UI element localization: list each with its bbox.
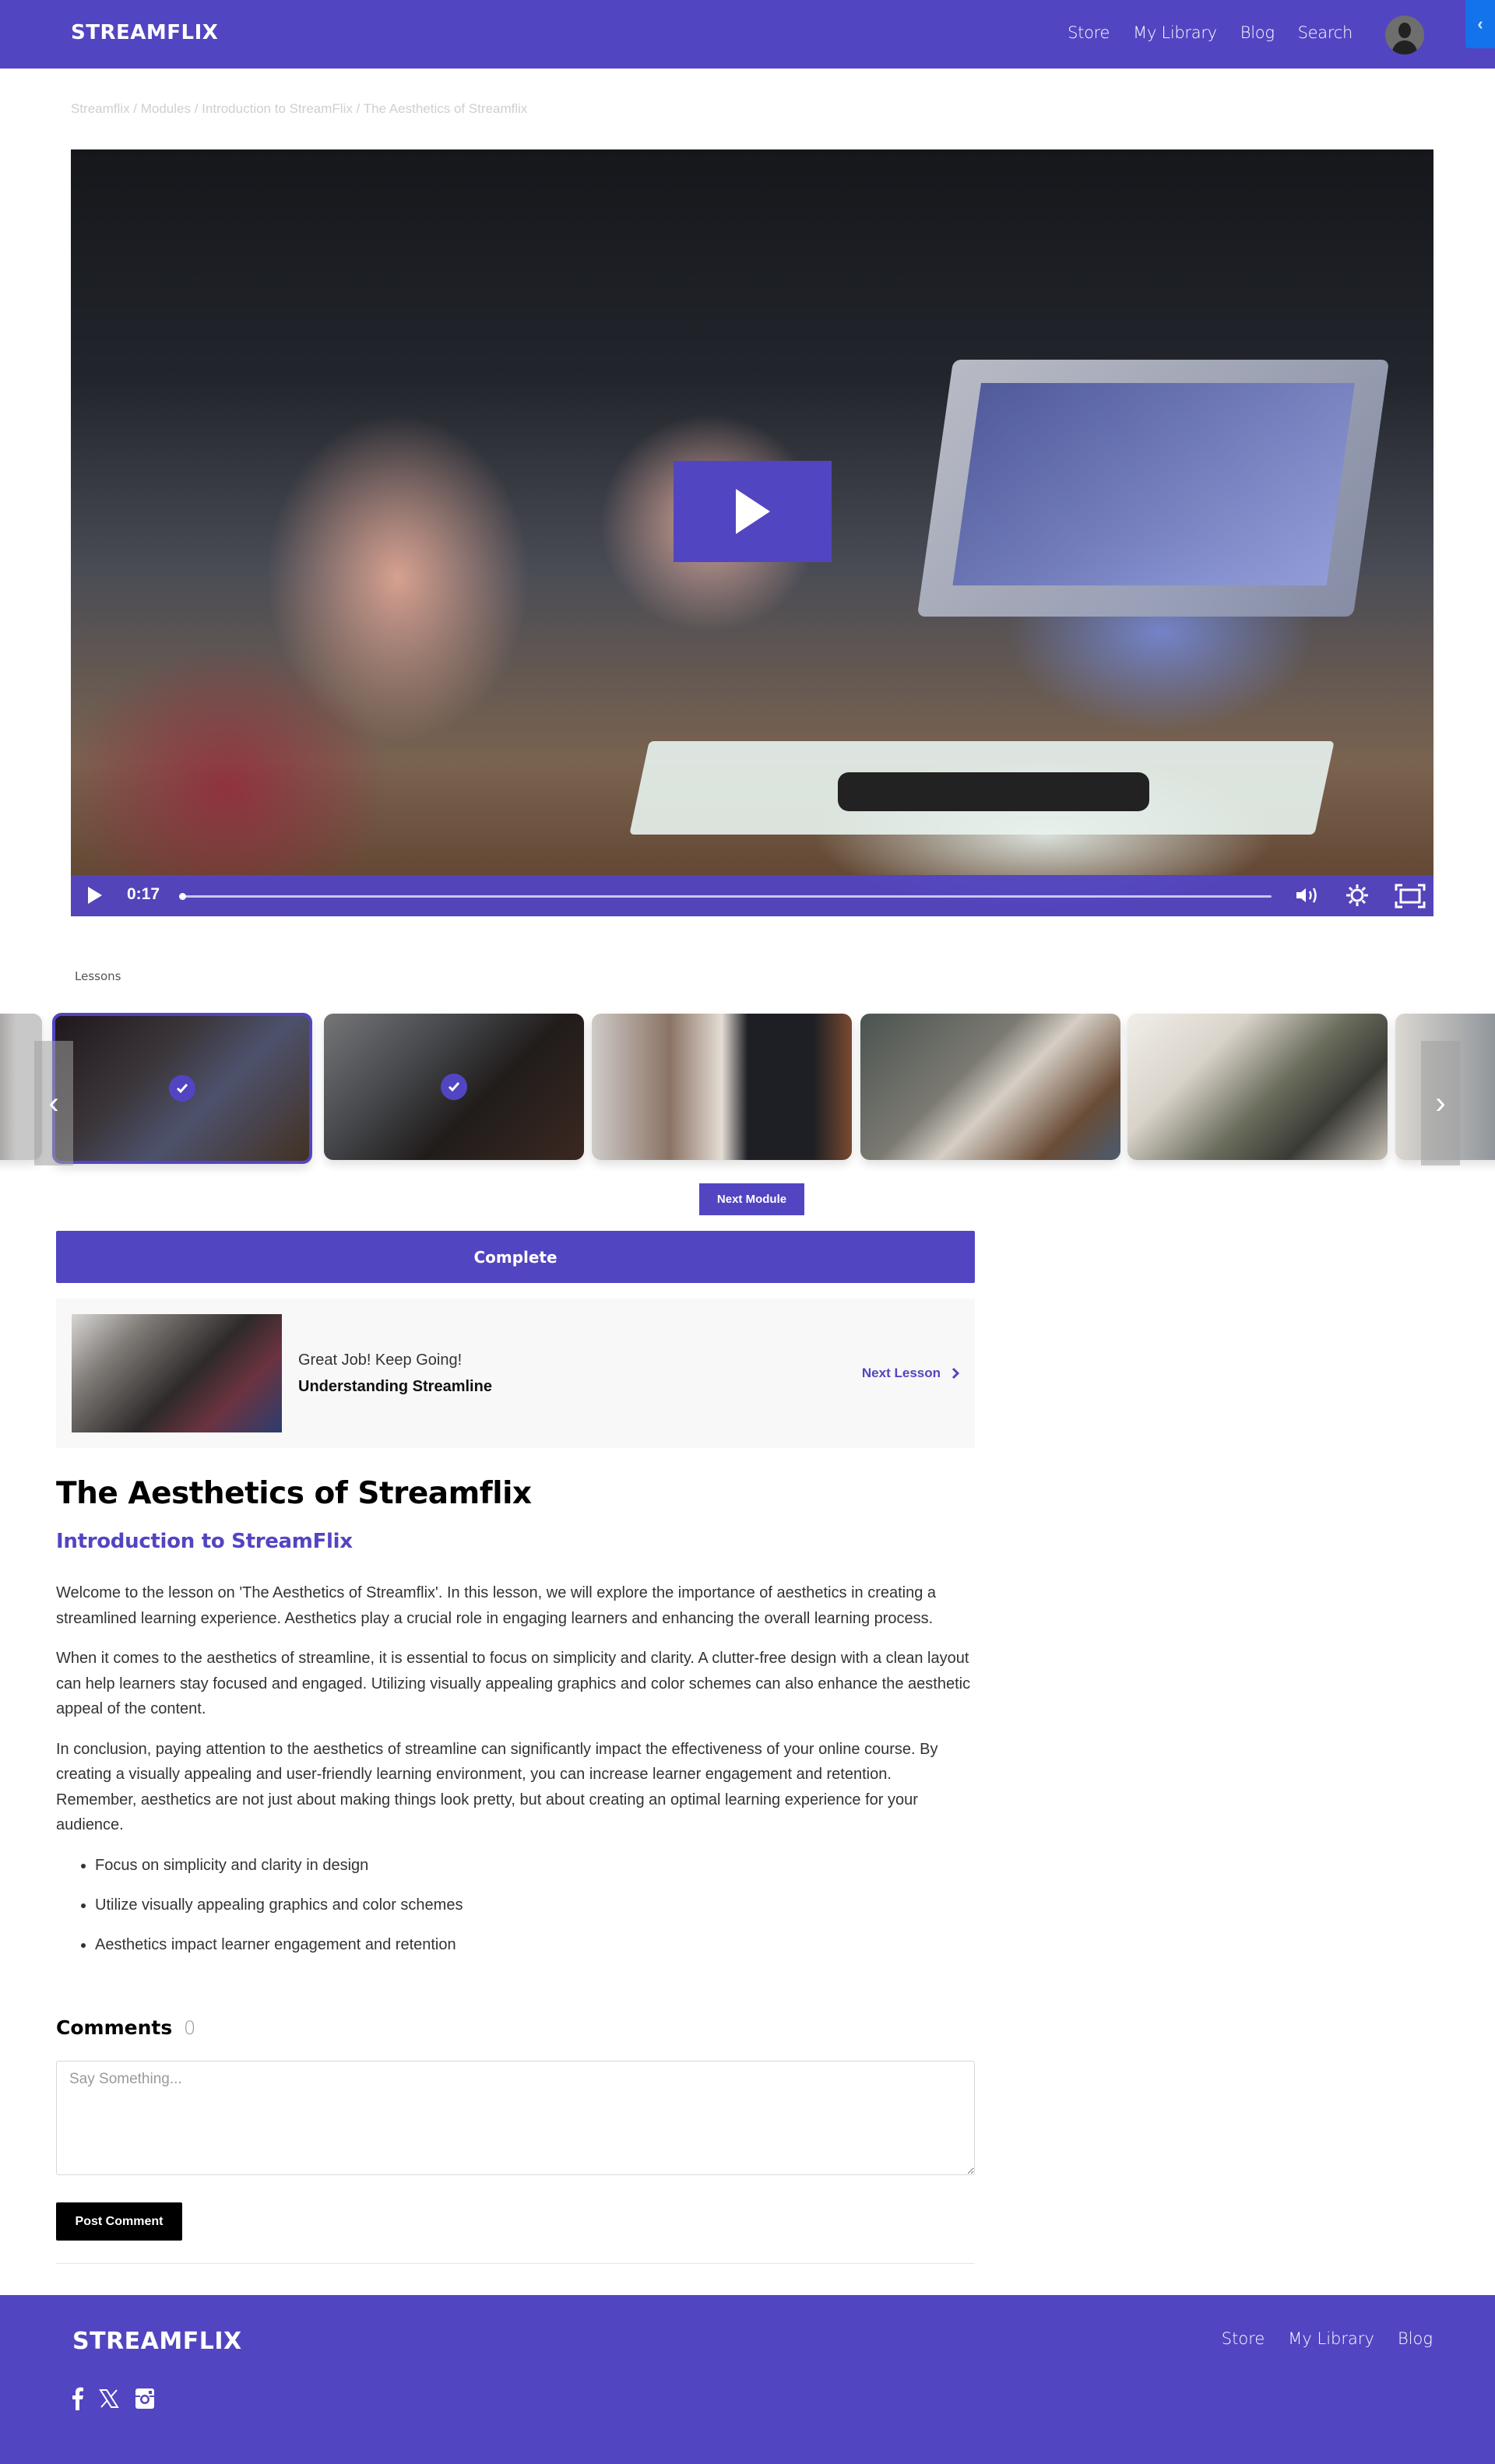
lesson-paragraph: Welcome to the lesson on 'The Aesthetics… <box>56 1584 937 1627</box>
play-button[interactable] <box>88 887 102 908</box>
chevron-left-icon: ‹ <box>1477 14 1483 33</box>
lesson-card[interactable] <box>324 1014 584 1160</box>
chevron-right-icon: › <box>1435 1085 1446 1120</box>
facebook-icon[interactable] <box>71 2387 83 2410</box>
settings-icon <box>1346 884 1368 906</box>
comments-count: 0 <box>184 2017 196 2039</box>
chevron-right-icon <box>952 1367 959 1380</box>
lesson-card[interactable] <box>592 1014 852 1160</box>
carousel-next-button[interactable]: › <box>1421 1041 1460 1165</box>
lessons-label: Lessons <box>75 969 121 983</box>
divider <box>56 2263 975 2264</box>
play-icon <box>88 887 102 904</box>
fullscreen-button[interactable] <box>1395 884 1426 912</box>
volume-icon <box>1296 888 1317 903</box>
next-lesson-subtitle: Great Job! Keep Going! <box>298 1352 463 1369</box>
lessons-carousel: ‹ › <box>0 1013 1495 1169</box>
lesson-paragraph: When it comes to the aesthetics of strea… <box>56 1650 971 1717</box>
next-lesson-title: Understanding Streamline <box>298 1378 492 1395</box>
video-frame-phone <box>838 772 1149 811</box>
x-icon[interactable] <box>99 2388 119 2409</box>
chevron-left-icon: ‹ <box>48 1085 59 1120</box>
comments-heading: Comments <box>56 2016 173 2039</box>
instagram-icon[interactable] <box>135 2388 155 2410</box>
comment-input[interactable] <box>56 2061 975 2175</box>
footer-nav-my-library[interactable]: My Library <box>1288 2329 1374 2348</box>
nav-my-library[interactable]: My Library <box>1133 23 1217 42</box>
complete-button[interactable]: Complete <box>56 1231 975 1283</box>
check-icon <box>176 1084 188 1094</box>
next-lesson-thumbnail <box>72 1314 282 1432</box>
progress-slider[interactable] <box>179 893 1272 900</box>
video-frame-laptop <box>916 360 1390 617</box>
logo[interactable]: STREAMFLIX <box>71 21 218 44</box>
bullet-item: Aesthetics impact learner engagement and… <box>95 1932 975 1957</box>
volume-button[interactable] <box>1295 885 1321 909</box>
footer-nav: Store My Library Blog <box>1222 2329 1433 2348</box>
video-player[interactable]: 0:17 <box>71 149 1433 916</box>
footer-nav-store[interactable]: Store <box>1222 2329 1265 2348</box>
settings-button[interactable] <box>1346 884 1369 911</box>
top-nav-bar: STREAMFLIX Store My Library Blog Search <box>0 0 1495 69</box>
main-nav: Store My Library Blog Search <box>1068 23 1353 42</box>
module-title: Introduction to StreamFlix <box>56 1530 353 1553</box>
lesson-paragraph: In conclusion, paying attention to the a… <box>56 1740 938 1834</box>
fullscreen-icon <box>1395 884 1426 909</box>
next-module-button[interactable]: Next Module <box>699 1183 804 1215</box>
bullet-item: Utilize visually appealing graphics and … <box>95 1893 975 1917</box>
lesson-card[interactable] <box>1127 1014 1388 1160</box>
carousel-prev-button[interactable]: ‹ <box>34 1041 73 1165</box>
nav-blog[interactable]: Blog <box>1240 23 1275 42</box>
next-lesson-card: Great Job! Keep Going! Understanding Str… <box>56 1299 975 1448</box>
video-controls: 0:17 <box>71 875 1433 916</box>
nav-search[interactable]: Search <box>1298 23 1353 42</box>
completed-badge <box>441 1074 467 1100</box>
avatar[interactable] <box>1385 16 1424 54</box>
social-links <box>71 2387 155 2410</box>
lesson-card[interactable] <box>860 1014 1120 1160</box>
completed-badge <box>169 1075 195 1102</box>
breadcrumb[interactable]: Streamflix / Modules / Introduction to S… <box>71 101 527 117</box>
lesson-title: The Aesthetics of Streamflix <box>56 1476 532 1511</box>
next-lesson-link-label: Next Lesson <box>861 1366 941 1380</box>
nav-store[interactable]: Store <box>1068 23 1110 42</box>
footer-nav-blog[interactable]: Blog <box>1398 2329 1433 2348</box>
bullet-item: Focus on simplicity and clarity in desig… <box>95 1853 975 1878</box>
lesson-bullets: Focus on simplicity and clarity in desig… <box>95 1853 975 1957</box>
side-panel-toggle[interactable]: ‹ <box>1465 0 1495 48</box>
post-comment-button[interactable]: Post Comment <box>56 2202 182 2241</box>
user-silhouette-icon <box>1391 23 1418 54</box>
footer: STREAMFLIX Store My Library Blog <box>0 2295 1495 2464</box>
next-lesson-link[interactable]: Next Lesson <box>862 1366 959 1381</box>
progress-handle[interactable] <box>179 893 186 900</box>
current-time: 0:17 <box>127 885 160 903</box>
big-play-button[interactable] <box>674 461 832 562</box>
lesson-card-active[interactable] <box>52 1013 312 1164</box>
footer-logo[interactable]: STREAMFLIX <box>72 2328 242 2355</box>
lesson-body: Welcome to the lesson on 'The Aesthetics… <box>56 1580 975 1972</box>
play-icon <box>735 489 770 534</box>
check-icon <box>448 1082 460 1092</box>
